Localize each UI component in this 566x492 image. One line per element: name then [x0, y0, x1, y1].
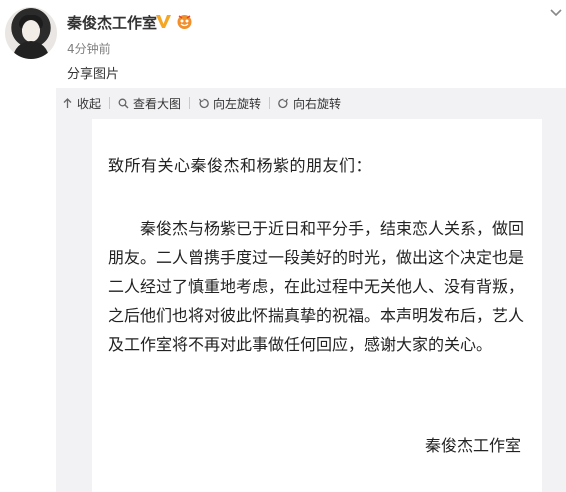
- toolbar-divider: [189, 97, 191, 109]
- post-time[interactable]: 4分钟前: [67, 40, 111, 57]
- rotate-right-icon: [278, 98, 289, 108]
- rotate-right-label: 向右旋转: [293, 96, 342, 111]
- chevron-down-icon[interactable]: [549, 7, 563, 19]
- avatar-body: [13, 41, 49, 59]
- toolbar-divider: [109, 97, 111, 109]
- post-header: 秦俊杰工作室 4分钟前 分享图片: [0, 0, 566, 88]
- collapse-arrow-icon: [63, 97, 72, 108]
- rotate-right-button[interactable]: 向右旋转: [278, 95, 341, 112]
- toolbar-divider: [269, 97, 271, 109]
- avatar-face: [22, 20, 40, 42]
- avatar[interactable]: [5, 7, 57, 59]
- rotate-left-icon: [199, 98, 209, 108]
- username-link[interactable]: 秦俊杰工作室: [67, 12, 157, 33]
- statement-signature: 秦俊杰工作室: [425, 436, 522, 455]
- rotate-left-button[interactable]: 向左旋转: [198, 95, 261, 112]
- collapse-label: 收起: [77, 96, 102, 111]
- collapse-button[interactable]: 收起: [62, 95, 101, 112]
- media-toolbar: 收起 查看大图 向左旋转 向右旋转: [62, 93, 341, 113]
- fan-badge-icon[interactable]: [176, 13, 193, 30]
- view-large-button[interactable]: 查看大图: [118, 95, 181, 112]
- view-large-label: 查看大图: [133, 96, 182, 111]
- search-icon: [118, 98, 129, 108]
- rotate-left-label: 向左旋转: [213, 96, 262, 111]
- verified-v-icon[interactable]: [155, 13, 172, 30]
- post-text: 分享图片: [67, 67, 120, 82]
- statement-salutation: 致所有关心秦俊杰和杨紫的朋友们：: [108, 156, 373, 175]
- statement-body: 秦俊杰与杨紫已于近日和平分手，结束恋人关系，做回朋友。二人曾携手度过一段美好的时…: [108, 219, 525, 354]
